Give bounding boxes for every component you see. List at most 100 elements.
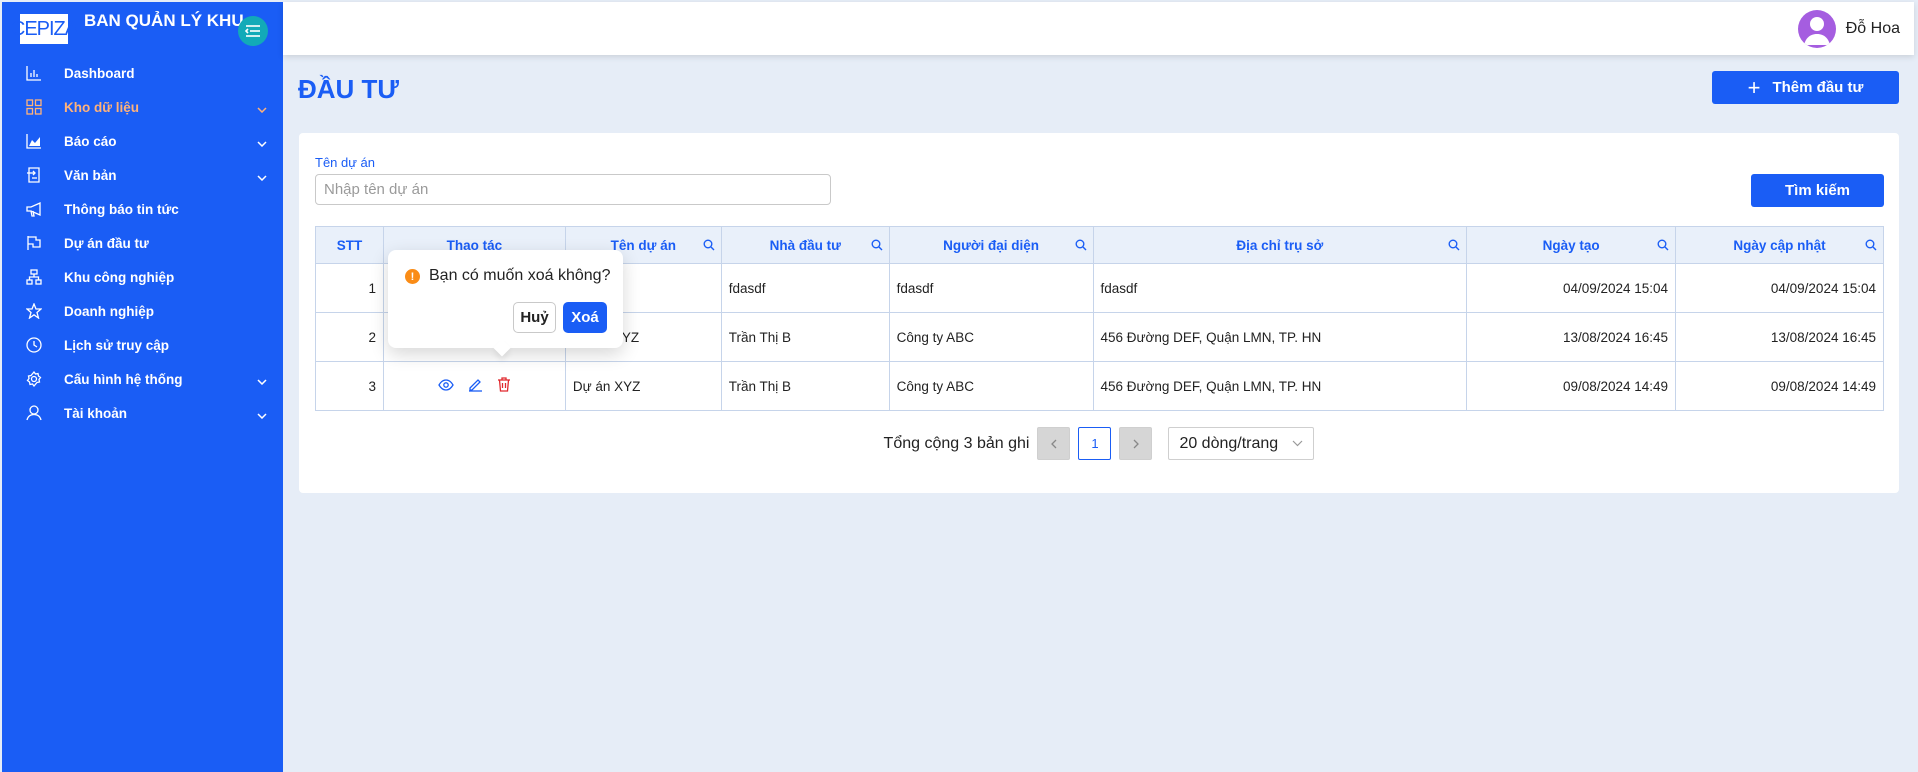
confirm-message: Bạn có muốn xoá không?	[429, 267, 611, 284]
column-search-icon[interactable]	[1075, 239, 1087, 254]
cell-project-name: Dự án XYZ	[564, 361, 722, 411]
cell-updated: 13/08/2024 16:45	[1675, 312, 1884, 362]
megaphone-icon	[26, 199, 50, 219]
bar-chart-icon	[26, 63, 50, 83]
user-menu[interactable]: Đỗ Hoa	[1797, 10, 1900, 48]
cell-representative: Công ty ABC	[888, 312, 1094, 362]
add-investment-button[interactable]: + Thêm đầu tư	[1712, 71, 1899, 104]
prev-page-button[interactable]	[1037, 427, 1071, 460]
column-search-icon[interactable]	[1448, 239, 1460, 254]
sidebar-item-label: Dashboard	[64, 65, 135, 81]
column-search-icon[interactable]	[1865, 239, 1877, 254]
sidebar-item-cau-hinh[interactable]: Cấu hình hệ thống	[2, 362, 283, 396]
cell-representative: fdasdf	[888, 263, 1094, 313]
edit-icon[interactable]	[468, 377, 483, 395]
page-title: ĐẦU TƯ	[298, 74, 400, 104]
sidebar-item-van-ban[interactable]: Văn bản	[2, 158, 283, 192]
cell-updated: 04/09/2024 15:04	[1675, 263, 1884, 313]
area-chart-icon	[26, 131, 50, 151]
cell-stt: 2	[315, 312, 384, 362]
col-header-updated: Ngày cập nhật	[1675, 226, 1884, 264]
sidebar-item-label: Kho dữ liệu	[64, 99, 140, 115]
sidebar-item-label: Lịch sử truy cập	[64, 337, 170, 353]
sidebar-item-khu-cong-nghiep[interactable]: Khu công nghiệp	[2, 260, 283, 294]
user-name: Đỗ Hoa	[1845, 20, 1900, 37]
star-icon	[26, 301, 50, 321]
cell-updated: 09/08/2024 14:49	[1675, 361, 1884, 411]
page-number[interactable]: 1	[1078, 427, 1112, 460]
cell-representative: Công ty ABC	[888, 361, 1094, 411]
col-header-investor: Nhà đầu tư	[720, 226, 890, 264]
column-search-icon[interactable]	[871, 239, 883, 254]
cell-address: 456 Đường DEF, Quận LMN, TP. HN	[1092, 361, 1468, 411]
plus-icon: +	[1747, 74, 1761, 100]
sidebar-item-label: Cấu hình hệ thống	[64, 371, 183, 387]
sidebar-item-kho-du-lieu[interactable]: Kho dữ liệu	[2, 90, 283, 124]
cell-address: fdasdf	[1092, 263, 1468, 313]
sidebar-item-du-an-dau-tu[interactable]: Dự án đầu tư	[2, 226, 283, 260]
project-name-label: Tên dự án	[315, 155, 376, 170]
sidebar-item-label: Khu công nghiệp	[64, 269, 175, 285]
flag-icon	[26, 233, 50, 253]
search-button[interactable]: Tìm kiếm	[1751, 174, 1884, 207]
sidebar-item-label: Doanh nghiệp	[64, 303, 154, 319]
chevron-down-icon	[257, 373, 267, 388]
chevron-down-icon	[257, 135, 267, 150]
delete-icon[interactable]	[497, 377, 511, 395]
menu-fold-icon	[245, 25, 260, 37]
warning-icon: !	[405, 269, 420, 284]
view-icon[interactable]	[438, 378, 454, 394]
confirm-delete-button[interactable]: Xoá	[563, 302, 607, 333]
sidebar-item-label: Dự án đầu tư	[64, 235, 149, 251]
logo: CEPIZA	[11, 12, 78, 46]
user-avatar-icon	[1803, 17, 1830, 45]
cell-created: 13/08/2024 16:45	[1466, 312, 1677, 362]
sidebar-item-lich-su[interactable]: Lịch sử truy cập	[2, 328, 283, 362]
sidebar-item-dashboard[interactable]: Dashboard	[2, 56, 283, 90]
sidebar-item-thong-bao[interactable]: Thông báo tin tức	[2, 192, 283, 226]
sidebar-item-tai-khoan[interactable]: Tài khoản	[2, 396, 283, 430]
total-records: Tổng cộng 3 bản ghi	[883, 434, 1030, 452]
cancel-button[interactable]: Huỷ	[513, 302, 556, 333]
sidebar-item-label: Báo cáo	[64, 133, 117, 149]
sidebar: CEPIZA BAN QUẢN LÝ KHU CHẾ XUẤT KHU CN D…	[2, 2, 283, 772]
project-name-input[interactable]	[315, 174, 831, 205]
col-header-created: Ngày tạo	[1466, 226, 1677, 264]
chevron-down-icon	[257, 101, 267, 116]
cell-address: 456 Đường DEF, Quận LMN, TP. HN	[1092, 312, 1468, 362]
menu-toggle-button[interactable]	[238, 16, 268, 46]
chevron-down-icon	[1293, 440, 1303, 447]
clock-icon	[26, 335, 50, 355]
brand-title: BAN QUẢN LÝ KHU CHẾ XUẤT KHU CN	[84, 11, 244, 30]
cell-created: 04/09/2024 15:04	[1466, 263, 1677, 313]
table-row: 3 Dự án XYZ Trần Thị B Công ty ABC 456 Đ…	[315, 361, 1884, 411]
column-search-icon[interactable]	[703, 239, 715, 254]
grid-icon	[26, 97, 50, 117]
sidebar-item-bao-cao[interactable]: Báo cáo	[2, 124, 283, 158]
top-header: Đỗ Hoa	[283, 2, 1914, 55]
brand: CEPIZA BAN QUẢN LÝ KHU CHẾ XUẤT KHU CN	[2, 2, 283, 56]
avatar	[1797, 10, 1836, 48]
chevron-down-icon	[257, 407, 267, 422]
sidebar-item-label: Tài khoản	[64, 405, 128, 421]
sidebar-item-label: Thông báo tin tức	[64, 201, 179, 217]
next-page-button[interactable]	[1119, 427, 1153, 460]
chevron-left-icon	[1051, 439, 1057, 448]
cell-stt: 1	[315, 263, 384, 313]
cell-investor: Trần Thị B	[720, 361, 890, 411]
column-search-icon[interactable]	[1657, 239, 1669, 254]
sidebar-menu: Dashboard Kho dữ liệu Báo cáo Văn bản Th…	[2, 56, 283, 430]
add-investment-label: Thêm đầu tư	[1772, 79, 1864, 96]
cell-actions	[382, 361, 566, 411]
chevron-right-icon	[1133, 439, 1139, 448]
col-header-representative: Người đại diện	[888, 226, 1094, 264]
col-header-stt: STT	[315, 226, 384, 264]
cluster-icon	[26, 267, 50, 287]
sidebar-item-label: Văn bản	[64, 167, 117, 183]
cell-created: 09/08/2024 14:49	[1466, 361, 1677, 411]
user-icon	[26, 403, 50, 423]
document-icon	[26, 165, 50, 185]
sidebar-item-doanh-nghiep[interactable]: Doanh nghiệp	[2, 294, 283, 328]
pagination: Tổng cộng 3 bản ghi 1 20 dòng/trang	[299, 427, 1899, 460]
page-size-select[interactable]: 20 dòng/trang	[1168, 427, 1315, 460]
